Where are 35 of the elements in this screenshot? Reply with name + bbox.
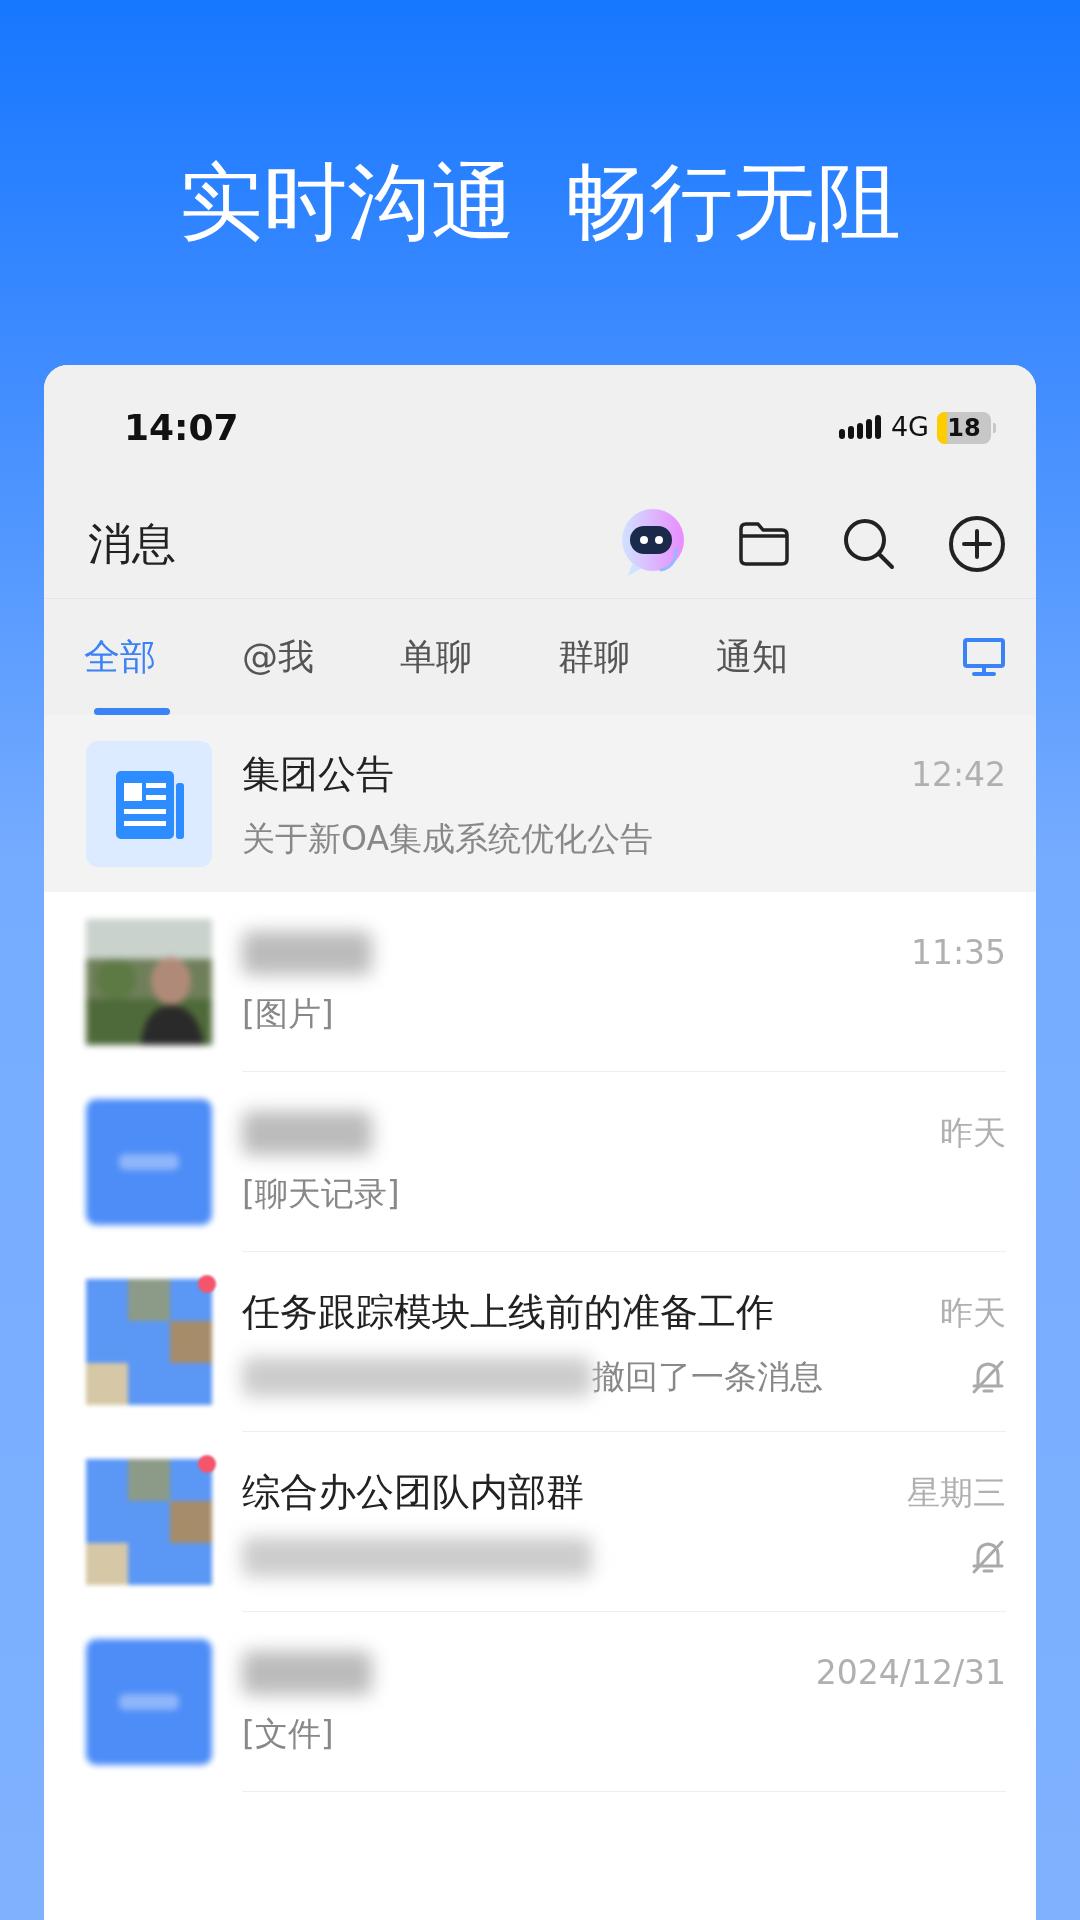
chat-row[interactable]: 任务跟踪模块上线前的准备工作 昨天 撤回了一条消息 — [44, 1252, 1036, 1432]
desktop-icon[interactable] — [962, 637, 1006, 677]
chat-preview: [图片] — [242, 992, 334, 1035]
chat-name: 任务跟踪模块上线前的准备工作 — [242, 1289, 774, 1336]
chat-time: 昨天 — [940, 1111, 1006, 1154]
chat-time: 昨天 — [940, 1291, 1006, 1334]
chat-preview: 撤回了一条消息 — [592, 1356, 823, 1399]
filter-tab[interactable]: @我 — [212, 599, 370, 715]
folder-icon[interactable] — [738, 521, 790, 567]
headline: 实时沟通 — [179, 160, 515, 253]
chat-name: 集团公告 — [242, 751, 394, 798]
chat-time: 2024/12/31 — [815, 1651, 1006, 1694]
add-icon[interactable] — [948, 515, 1006, 573]
chat-time: 星期三 — [907, 1471, 1006, 1514]
filter-tab[interactable]: 单聊 — [370, 599, 528, 715]
chat-preview: [聊天记录] — [242, 1172, 400, 1215]
search-icon[interactable] — [842, 517, 896, 571]
filter-tab[interactable]: 群聊 — [528, 599, 686, 715]
chat-row[interactable]: 昨天 [聊天记录] — [44, 1072, 1036, 1252]
chat-row[interactable]: 综合办公团队内部群 星期三 — [44, 1432, 1036, 1612]
signal-icon — [838, 414, 883, 441]
chat-row[interactable]: 11:35 [图片] — [44, 892, 1036, 1072]
network-type: 4G — [890, 410, 929, 445]
status-time: 14:07 — [124, 405, 239, 450]
chat-name: 综合办公团队内部群 — [242, 1469, 584, 1516]
chat-preview: [文件] — [242, 1712, 334, 1755]
chat-time: 11:35 — [910, 931, 1006, 974]
chat-row[interactable]: 2024/12/31 [文件] — [44, 1612, 1036, 1792]
headline: 畅行无阻 — [565, 160, 901, 253]
filter-tab[interactable]: 通知 — [686, 599, 844, 715]
chat-time: 12:42 — [910, 753, 1006, 796]
announcement-icon — [86, 740, 212, 867]
chat-row[interactable]: 集团公告 12:42 关于新OA集成系统优化公告 — [44, 715, 1036, 892]
chat-preview: 关于新OA集成系统优化公告 — [242, 818, 653, 861]
page-title: 消息 — [88, 517, 177, 571]
